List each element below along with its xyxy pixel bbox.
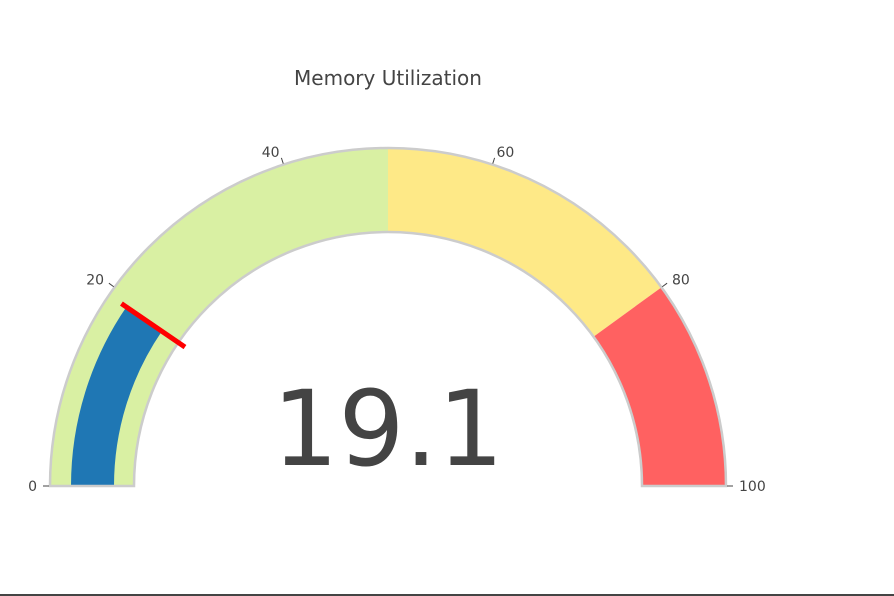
gauge-tick-mark (492, 157, 496, 164)
gauge-chart: Memory Utilization 0 20 40 60 80 100 19.1 (0, 0, 894, 596)
gauge-tick-label: 20 (86, 273, 104, 289)
gauge-svg: Memory Utilization 0 20 40 60 80 100 19.1 (28, 66, 766, 495)
gauge-tick-mark (661, 282, 668, 288)
gauge-tick-label: 60 (496, 145, 514, 161)
gauge-tick-label: 100 (739, 479, 766, 495)
gauge-tick-mark (108, 282, 115, 288)
gauge-tick-label: 80 (672, 273, 690, 289)
gauge-value: 19.1 (272, 368, 504, 490)
gauge-tick-label: 0 (28, 479, 37, 495)
gauge-tick-label: 40 (262, 145, 280, 161)
gauge-tick-mark (280, 157, 284, 164)
chart-title: Memory Utilization (294, 66, 482, 90)
